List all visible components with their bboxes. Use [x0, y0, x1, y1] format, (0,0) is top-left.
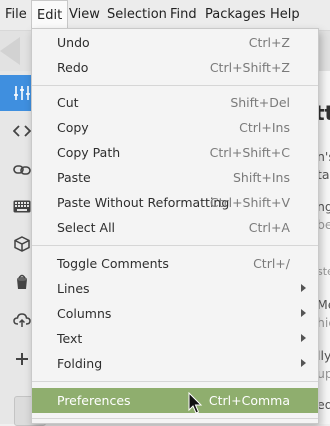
menu-item-copy-path[interactable]: Copy Path Ctrl+Shift+C — [32, 140, 318, 165]
mouse-pointer-icon — [188, 392, 203, 414]
menu-item-shortcut: Ctrl+Shift+C — [209, 145, 290, 160]
menu-edit[interactable]: Edit — [31, 0, 69, 30]
submenu-arrow-icon — [301, 309, 306, 317]
menu-item-label: Paste Without Reformatting — [57, 195, 230, 210]
menu-packages[interactable]: Packages — [200, 0, 271, 30]
menu-item-paste[interactable]: Paste Shift+Ins — [32, 165, 318, 190]
submenu-arrow-icon — [301, 284, 306, 292]
menu-item-shortcut: Ctrl+Shift+Z — [209, 60, 290, 75]
menu-item-label: Cut — [57, 95, 79, 110]
menu-selection[interactable]: Selection — [102, 0, 172, 30]
menu-item-text[interactable]: Text — [32, 326, 318, 351]
menu-item-label: Select All — [57, 220, 116, 235]
menu-item-preferences[interactable]: Preferences Ctrl+Comma — [32, 388, 318, 413]
menu-item-select-all[interactable]: Select All Ctrl+A — [32, 215, 318, 240]
menu-find[interactable]: Find — [165, 0, 202, 30]
menu-item-copy[interactable]: Copy Ctrl+Ins — [32, 115, 318, 140]
menu-item-shortcut: Ctrl+Shift+V — [209, 195, 290, 210]
menu-separator — [32, 418, 318, 419]
menu-item-toggle-comments[interactable]: Toggle Comments Ctrl+/ — [32, 251, 318, 276]
menu-item-label: Copy Path — [57, 145, 121, 160]
menu-item-shortcut: Ctrl+Ins — [239, 120, 290, 135]
menu-item-columns[interactable]: Columns — [32, 301, 318, 326]
menu-file[interactable]: File — [0, 0, 32, 30]
menu-item-lines[interactable]: Lines — [32, 276, 318, 301]
menu-view[interactable]: View — [64, 0, 105, 30]
menu-item-shortcut: Shift+Del — [230, 95, 290, 110]
menu-bar: File Edit View Selection Find Packages H… — [0, 0, 330, 31]
menu-item-shortcut: Ctrl+/ — [253, 256, 290, 271]
menu-item-shortcut: Ctrl+Z — [248, 35, 290, 50]
menu-item-label: Lines — [57, 281, 90, 296]
menu-item-label: Preferences — [57, 393, 131, 408]
menu-item-label: Text — [57, 331, 83, 346]
menu-separator — [32, 381, 318, 382]
menu-item-folding[interactable]: Folding — [32, 351, 318, 376]
menu-item-paste-without-reformatting[interactable]: Paste Without Reformatting Ctrl+Shift+V — [32, 190, 318, 215]
menu-item-label: Undo — [57, 35, 90, 50]
menu-item-label: Columns — [57, 306, 112, 321]
menu-item-shortcut: Shift+Ins — [232, 170, 290, 185]
menu-item-shortcut: Ctrl+A — [248, 220, 290, 235]
menu-item-cut[interactable]: Cut Shift+Del — [32, 90, 318, 115]
menu-item-label: Redo — [57, 60, 89, 75]
menu-separator — [32, 85, 318, 86]
menu-item-label: Paste — [57, 170, 91, 185]
tab-fold-icon — [0, 37, 20, 65]
menu-item-label: Folding — [57, 356, 103, 371]
menu-help[interactable]: Help — [265, 0, 305, 30]
submenu-arrow-icon — [301, 334, 306, 342]
edit-menu-dropdown: Undo Ctrl+Z Redo Ctrl+Shift+Z Cut Shift+… — [31, 28, 319, 424]
menu-item-label: Copy — [57, 120, 89, 135]
menu-separator — [32, 245, 318, 246]
menu-item-redo[interactable]: Redo Ctrl+Shift+Z — [32, 55, 318, 80]
menu-item-shortcut: Ctrl+Comma — [208, 393, 290, 408]
submenu-arrow-icon — [301, 359, 306, 367]
menu-item-label: Toggle Comments — [57, 256, 169, 271]
menu-item-undo[interactable]: Undo Ctrl+Z — [32, 30, 318, 55]
